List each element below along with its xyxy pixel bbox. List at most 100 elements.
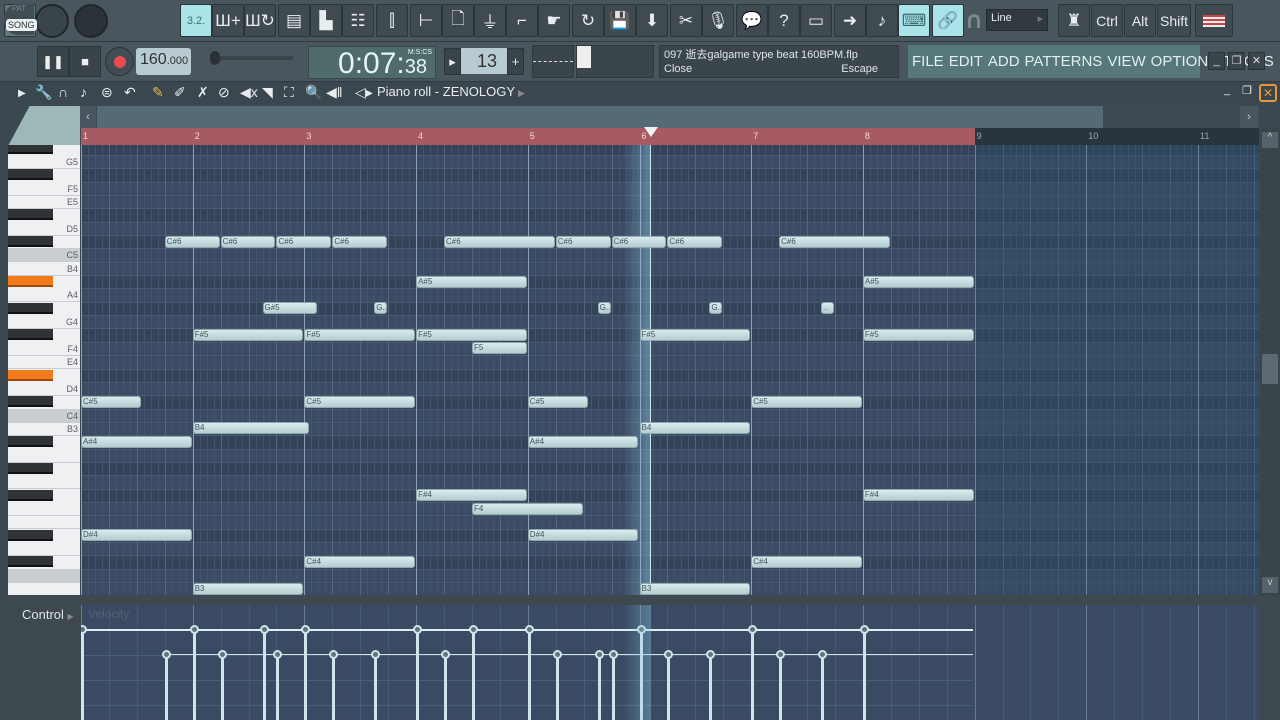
velocity-stem[interactable] bbox=[471, 629, 475, 720]
slice-tool-icon[interactable]: ◥ bbox=[262, 84, 273, 101]
black-key[interactable] bbox=[8, 236, 53, 247]
paint-brush-tool-icon[interactable]: ✐ bbox=[174, 84, 186, 101]
black-key[interactable] bbox=[8, 529, 53, 541]
note[interactable]: G.. bbox=[709, 302, 723, 315]
timeline-ruler[interactable] bbox=[81, 128, 975, 145]
save-button[interactable]: 💾 bbox=[604, 4, 636, 37]
velocity-stem[interactable] bbox=[304, 629, 308, 720]
pr-close-button[interactable]: ✕ bbox=[1259, 84, 1277, 102]
delete-tool-icon[interactable]: ✗ bbox=[197, 84, 209, 101]
song-mode-label[interactable]: SONG bbox=[6, 19, 37, 31]
note[interactable]: C#4 bbox=[304, 555, 416, 568]
velocity-stem[interactable] bbox=[779, 654, 783, 720]
velocity-handle[interactable] bbox=[371, 650, 381, 659]
plugin-picker-button[interactable]: ⏚ bbox=[474, 4, 506, 37]
note[interactable]: C#6 bbox=[611, 235, 667, 248]
language-flag-button[interactable] bbox=[1195, 4, 1233, 37]
typing-keyboard-button[interactable]: ⌨ bbox=[898, 4, 930, 37]
wrench-icon[interactable]: 🔧 bbox=[35, 84, 52, 101]
control-label[interactable]: Control ▶ bbox=[22, 607, 74, 622]
stop-button[interactable]: ■ bbox=[69, 46, 101, 77]
velocity-handle[interactable] bbox=[818, 650, 827, 659]
note[interactable]: F4 bbox=[471, 502, 583, 515]
velocity-handle[interactable] bbox=[524, 625, 534, 634]
vertical-scrollbar[interactable]: ^ v bbox=[1260, 128, 1280, 595]
velocity-handle[interactable] bbox=[776, 650, 786, 659]
velocity-stem[interactable] bbox=[751, 629, 755, 720]
black-key[interactable] bbox=[8, 556, 53, 568]
velocity-handle[interactable] bbox=[189, 625, 199, 634]
piano-roll-menu-arrow[interactable]: ▶ bbox=[18, 88, 26, 99]
playlist-button[interactable]: ▤ bbox=[278, 4, 310, 37]
scroll-left-button[interactable]: ‹ bbox=[80, 106, 96, 128]
pr-restore-button[interactable]: ❐ bbox=[1242, 84, 1252, 97]
velocity-stem[interactable] bbox=[709, 654, 713, 720]
velocity-handle[interactable] bbox=[468, 625, 478, 634]
undo-history-button[interactable]: ↻ bbox=[572, 4, 604, 37]
note[interactable]: G.. bbox=[597, 302, 611, 315]
pr-minimize-button[interactable]: _ bbox=[1224, 84, 1230, 96]
master-pitch-slider[interactable] bbox=[210, 51, 293, 65]
velocity-handle[interactable] bbox=[441, 650, 451, 659]
velocity-stem[interactable] bbox=[81, 629, 84, 720]
velocity-stem[interactable] bbox=[555, 654, 559, 720]
note[interactable]: C#6 bbox=[779, 235, 890, 248]
note[interactable]: C#5 bbox=[751, 395, 862, 408]
velocity-stem[interactable] bbox=[527, 629, 531, 720]
master-volume-knob[interactable] bbox=[35, 4, 69, 38]
note[interactable]: C#6 bbox=[220, 235, 276, 248]
loop-record-button[interactable]: Ш↻ bbox=[244, 4, 276, 37]
pattern-play-button[interactable]: ▸ bbox=[444, 48, 461, 75]
note[interactable]: F#4 bbox=[416, 489, 527, 502]
note[interactable]: G.. bbox=[374, 302, 388, 315]
velocity-handle[interactable] bbox=[81, 625, 87, 634]
note[interactable]: .. bbox=[821, 302, 834, 315]
scroll-right-button[interactable]: › bbox=[1240, 106, 1258, 128]
velocity-lane[interactable] bbox=[81, 605, 1259, 720]
black-key[interactable] bbox=[8, 369, 53, 381]
velocity-stem[interactable] bbox=[667, 654, 671, 720]
velocity-handle[interactable] bbox=[161, 650, 171, 659]
note[interactable]: C#6 bbox=[667, 235, 723, 248]
note[interactable]: B3 bbox=[639, 582, 751, 595]
black-key[interactable] bbox=[8, 396, 53, 408]
note[interactable]: F#5 bbox=[639, 328, 751, 341]
velocity-handle[interactable] bbox=[552, 650, 562, 659]
black-key[interactable] bbox=[8, 209, 53, 221]
snap-select[interactable]: Line ▸ bbox=[986, 9, 1048, 31]
typing-to-piano-button[interactable]: ♜ bbox=[1058, 4, 1090, 37]
velocity-handle[interactable] bbox=[259, 625, 269, 634]
velocity-stem[interactable] bbox=[821, 654, 824, 720]
note[interactable]: C#6 bbox=[555, 235, 611, 248]
master-pitch-knob[interactable] bbox=[74, 4, 108, 38]
note[interactable]: C#6 bbox=[164, 235, 220, 248]
minimize-button[interactable]: _ bbox=[1208, 52, 1225, 70]
note[interactable]: C#5 bbox=[81, 395, 142, 408]
select-tool-icon[interactable]: ⛶ bbox=[284, 84, 294, 101]
help-button[interactable]: ? bbox=[768, 4, 800, 37]
pencil-tool-icon[interactable]: ✎ bbox=[152, 84, 164, 101]
mute-tool-icon[interactable]: ⊘ bbox=[218, 84, 230, 101]
scroll-down-button[interactable]: v bbox=[1262, 577, 1278, 593]
velocity-stem[interactable] bbox=[611, 654, 615, 720]
velocity-handle[interactable] bbox=[859, 625, 869, 634]
slip-mute-icon[interactable]: ◀x bbox=[240, 84, 258, 101]
velocity-stem[interactable] bbox=[862, 629, 866, 720]
velocity-stem[interactable] bbox=[374, 654, 378, 720]
note[interactable]: A#4 bbox=[527, 435, 639, 448]
undo-icon[interactable]: ↶ bbox=[124, 84, 136, 101]
menu-view[interactable]: VIEW bbox=[1107, 53, 1145, 70]
tempo-display[interactable]: 160.000 bbox=[136, 48, 191, 75]
velocity-handle[interactable] bbox=[329, 650, 339, 659]
countdown-button[interactable]: 3.2. bbox=[180, 4, 212, 37]
timeline-ruler-extended[interactable] bbox=[975, 128, 1259, 145]
note[interactable]: C#4 bbox=[751, 555, 862, 568]
add-pattern-button[interactable]: + bbox=[507, 48, 524, 75]
close-button[interactable]: ✕ bbox=[1248, 52, 1265, 70]
note[interactable]: F5 bbox=[471, 342, 527, 355]
velocity-stem[interactable] bbox=[164, 654, 168, 720]
note-properties-corner[interactable] bbox=[8, 106, 80, 146]
black-key[interactable] bbox=[8, 302, 53, 314]
menu-edit[interactable]: EDIT bbox=[949, 53, 983, 70]
note[interactable]: D#4 bbox=[527, 529, 639, 542]
